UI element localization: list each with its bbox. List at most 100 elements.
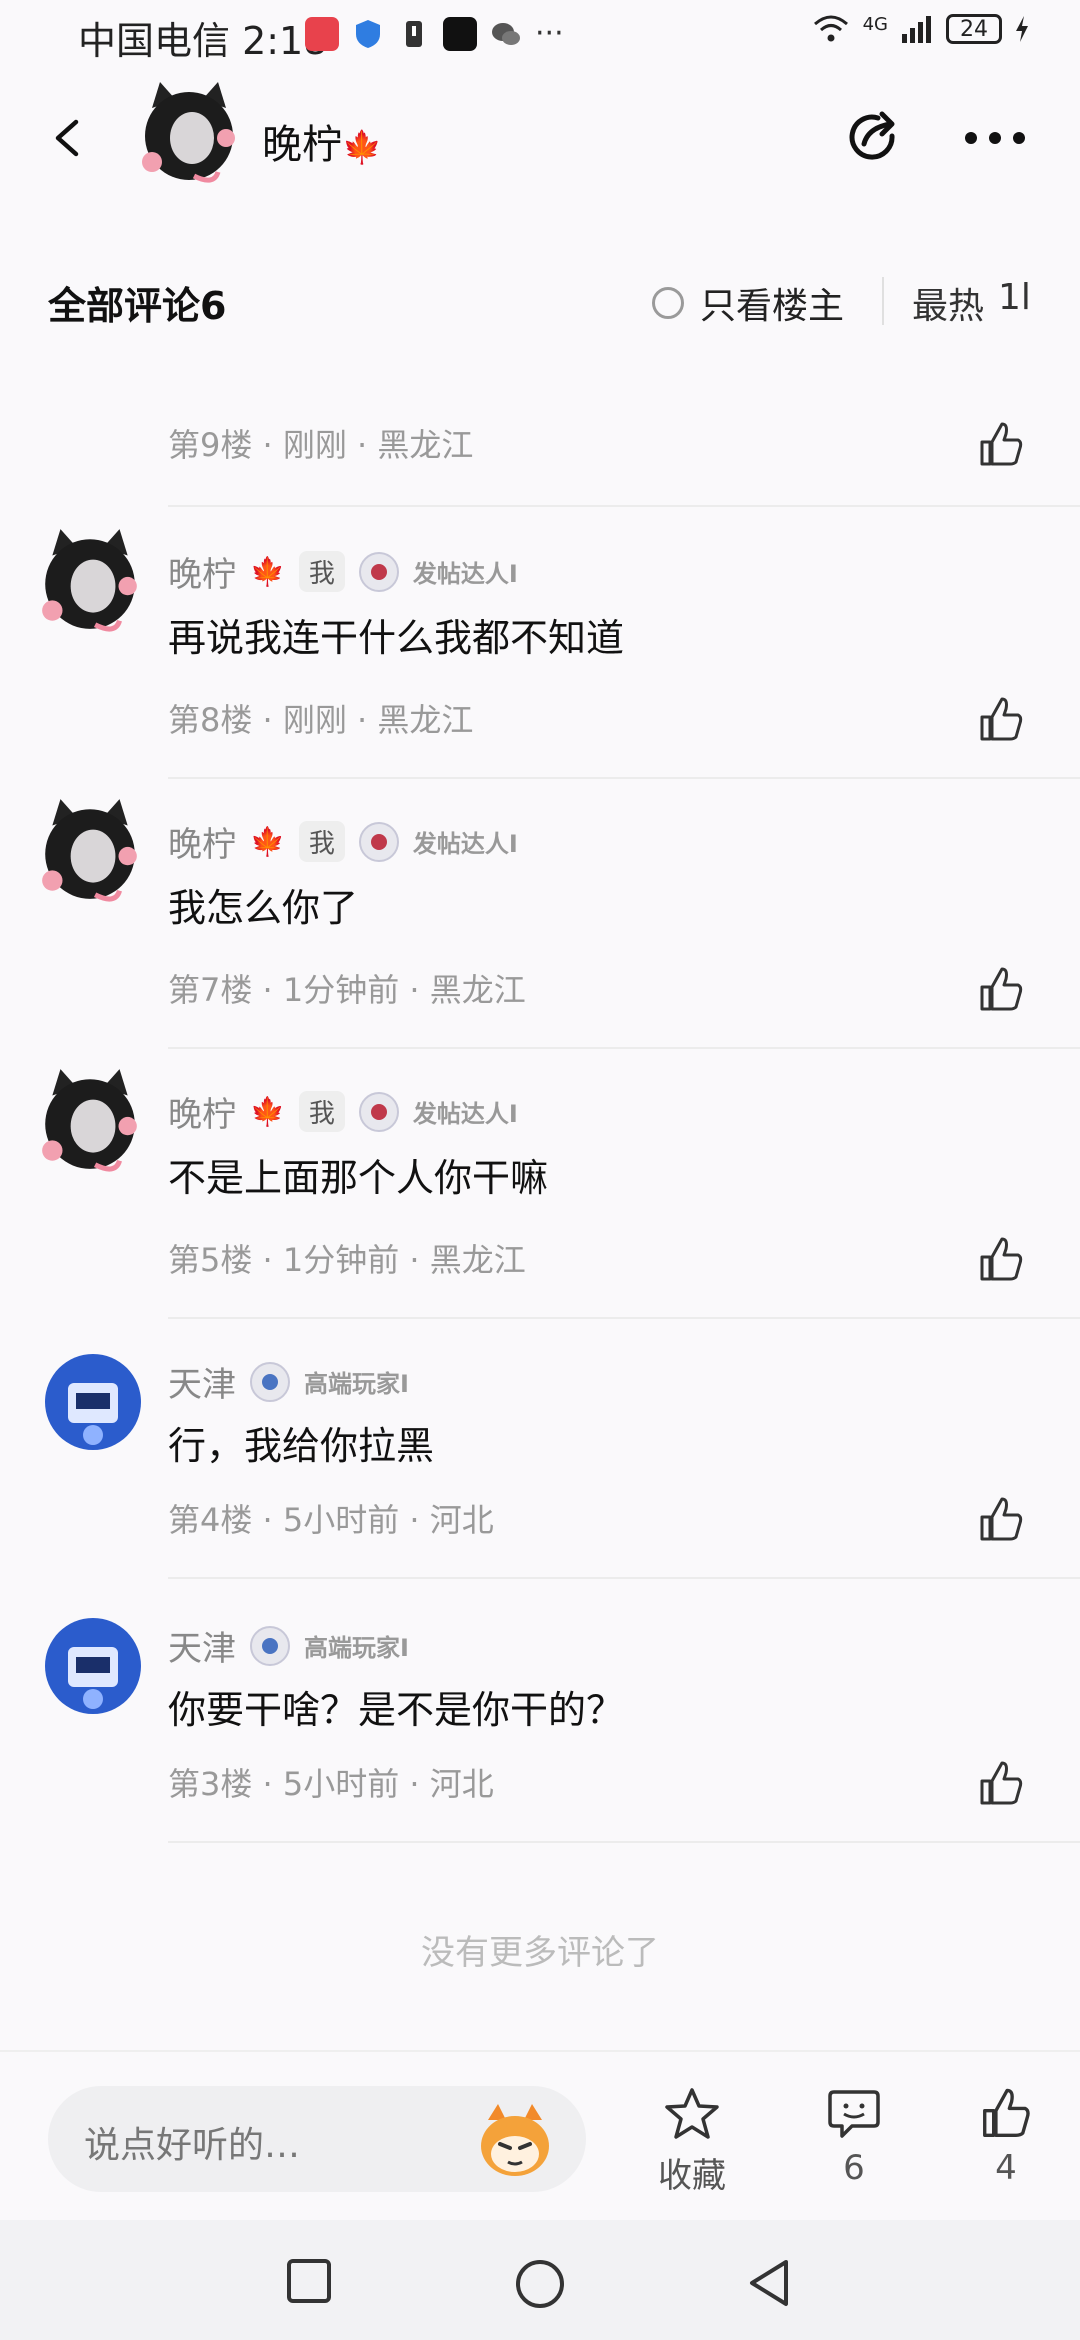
thumbs-up-icon[interactable] xyxy=(976,695,1026,745)
status-right: 4G 24 xyxy=(811,14,1030,44)
sort-label: 最热 xyxy=(912,286,985,327)
medal-icon xyxy=(250,1361,290,1402)
shield-icon xyxy=(356,19,380,48)
bottom-action-bar: 说点好听的… 收藏 6 4 xyxy=(0,2050,1080,2222)
thumbs-up-icon[interactable] xyxy=(976,420,1026,470)
only-op-toggle[interactable]: 只看楼主 xyxy=(652,277,844,329)
favorite-label: 收藏 xyxy=(658,2156,726,2196)
divider xyxy=(168,1841,1080,1843)
comment-text[interactable]: 再说我连干什么我都不知道 xyxy=(168,607,624,662)
comments-title: 全部评论6 xyxy=(48,284,227,328)
comment-text[interactable]: 行，我给你拉黑 xyxy=(168,1415,434,1470)
comment-count: 6 xyxy=(843,2148,865,2188)
comments-header: 全部评论6 只看楼主 最热 1l xyxy=(0,265,1080,345)
thumbs-up-icon[interactable] xyxy=(976,1495,1026,1545)
post-header: 晚柠🍁 xyxy=(0,70,1080,200)
mascot-emoji-icon[interactable] xyxy=(474,2102,556,2178)
divider xyxy=(168,1047,1080,1049)
sim-icon xyxy=(406,20,422,47)
medal-icon xyxy=(250,1625,290,1666)
user-title: 高端玩家I xyxy=(304,1370,409,1398)
comment-input[interactable]: 说点好听的… xyxy=(48,2086,586,2192)
battery-indicator: 24 xyxy=(946,14,1002,44)
charging-icon xyxy=(1016,16,1028,42)
shopping-app-icon xyxy=(305,16,339,51)
share-icon[interactable] xyxy=(842,106,906,170)
comment-user-row: 晚柠 🍁 我 发帖达人I xyxy=(168,1087,518,1136)
comment-user-row: 晚柠 🍁 我 发帖达人I xyxy=(168,547,518,596)
comment-username[interactable]: 晚柠 xyxy=(168,817,236,866)
radio-button[interactable] xyxy=(652,287,684,319)
comment-meta: 第7楼 · 1分钟前 · 黑龙江 xyxy=(168,971,526,1009)
divider xyxy=(168,777,1080,779)
star-icon xyxy=(665,2088,719,2139)
comment-bubble-icon xyxy=(828,2090,880,2138)
back-arrow-icon[interactable] xyxy=(48,118,88,158)
comment-text[interactable]: 不是上面那个人你干嘛 xyxy=(168,1147,548,1202)
comment-text[interactable]: 你要干啥？是不是你干的？ xyxy=(168,1679,624,1734)
maple-leaf-icon: 🍁 xyxy=(342,128,382,166)
comment-meta: 第9楼 · 刚刚 · 黑龙江 xyxy=(168,426,474,464)
only-op-label: 只看楼主 xyxy=(700,286,845,327)
comment-button[interactable]: 6 xyxy=(826,2086,882,2188)
user-avatar[interactable] xyxy=(34,795,146,907)
comment-username[interactable]: 晚柠 xyxy=(168,1087,236,1136)
maple-leaf-icon: 🍁 xyxy=(250,555,285,588)
like-button[interactable]: 4 xyxy=(978,2086,1034,2188)
thumbs-up-icon xyxy=(983,2088,1030,2137)
user-title: 高端玩家I xyxy=(304,1634,409,1662)
medal-icon xyxy=(358,551,399,592)
sort-icon: 1l xyxy=(998,277,1031,318)
medal-icon xyxy=(358,1091,399,1132)
divider xyxy=(168,1317,1080,1319)
comment-meta: 第8楼 · 刚刚 · 黑龙江 xyxy=(168,701,474,739)
user-avatar[interactable] xyxy=(34,1065,146,1177)
more-notifications-icon: ··· xyxy=(535,16,564,51)
divider xyxy=(168,505,1080,507)
me-badge: 我 xyxy=(298,821,345,862)
input-placeholder: 说点好听的… xyxy=(84,2125,301,2166)
status-bar: 中国电信 2:18 ··· 4G 24 xyxy=(0,0,1080,70)
carrier-time: 中国电信 2:18 xyxy=(78,19,328,63)
more-options-icon[interactable] xyxy=(962,126,1028,150)
author-avatar[interactable] xyxy=(134,78,244,188)
comment-username[interactable]: 天津 xyxy=(168,1621,236,1670)
back-triangle-icon[interactable] xyxy=(746,2258,792,2308)
user-avatar[interactable] xyxy=(44,1617,142,1715)
like-count: 4 xyxy=(995,2148,1017,2188)
thumbs-up-icon[interactable] xyxy=(976,1235,1026,1285)
sort-selector[interactable]: 最热 1l xyxy=(912,277,1031,329)
thumbs-up-icon[interactable] xyxy=(976,1759,1026,1809)
user-title: 发帖达人I xyxy=(412,830,518,858)
user-avatar[interactable] xyxy=(44,1353,142,1451)
user-title: 发帖达人I xyxy=(412,560,518,588)
comment-meta: 第3楼 · 5小时前 · 河北 xyxy=(168,1765,494,1803)
maple-leaf-icon: 🍁 xyxy=(250,825,285,858)
comment-user-row: 天津 高端玩家I xyxy=(168,1621,409,1670)
divider xyxy=(882,277,884,325)
thumbs-up-icon[interactable] xyxy=(976,965,1026,1015)
signal-icon xyxy=(902,16,931,43)
comment-username[interactable]: 晚柠 xyxy=(168,547,236,596)
home-circle-icon[interactable] xyxy=(514,2258,566,2310)
author-name[interactable]: 晚柠🍁 xyxy=(262,112,382,170)
favorite-button[interactable]: 收藏 xyxy=(658,2086,726,2197)
tiktok-icon xyxy=(443,16,477,51)
wechat-icon xyxy=(492,22,520,45)
me-badge: 我 xyxy=(298,1091,345,1132)
system-nav-bar xyxy=(0,2220,1080,2340)
comment-meta: 第5楼 · 1分钟前 · 黑龙江 xyxy=(168,1241,526,1279)
me-badge: 我 xyxy=(298,551,345,592)
recents-square-icon[interactable] xyxy=(286,2258,332,2304)
network-type: 4G xyxy=(862,14,888,35)
comment-username[interactable]: 天津 xyxy=(168,1357,236,1406)
wifi-icon xyxy=(813,15,848,42)
comment-text[interactable]: 我怎么你了 xyxy=(168,877,358,932)
divider xyxy=(168,1577,1080,1579)
user-title: 发帖达人I xyxy=(412,1100,518,1128)
comment-user-row: 晚柠 🍁 我 发帖达人I xyxy=(168,817,518,866)
user-avatar[interactable] xyxy=(34,525,146,637)
comment-user-row: 天津 高端玩家I xyxy=(168,1357,409,1406)
medal-icon xyxy=(358,821,399,862)
maple-leaf-icon: 🍁 xyxy=(250,1095,285,1128)
